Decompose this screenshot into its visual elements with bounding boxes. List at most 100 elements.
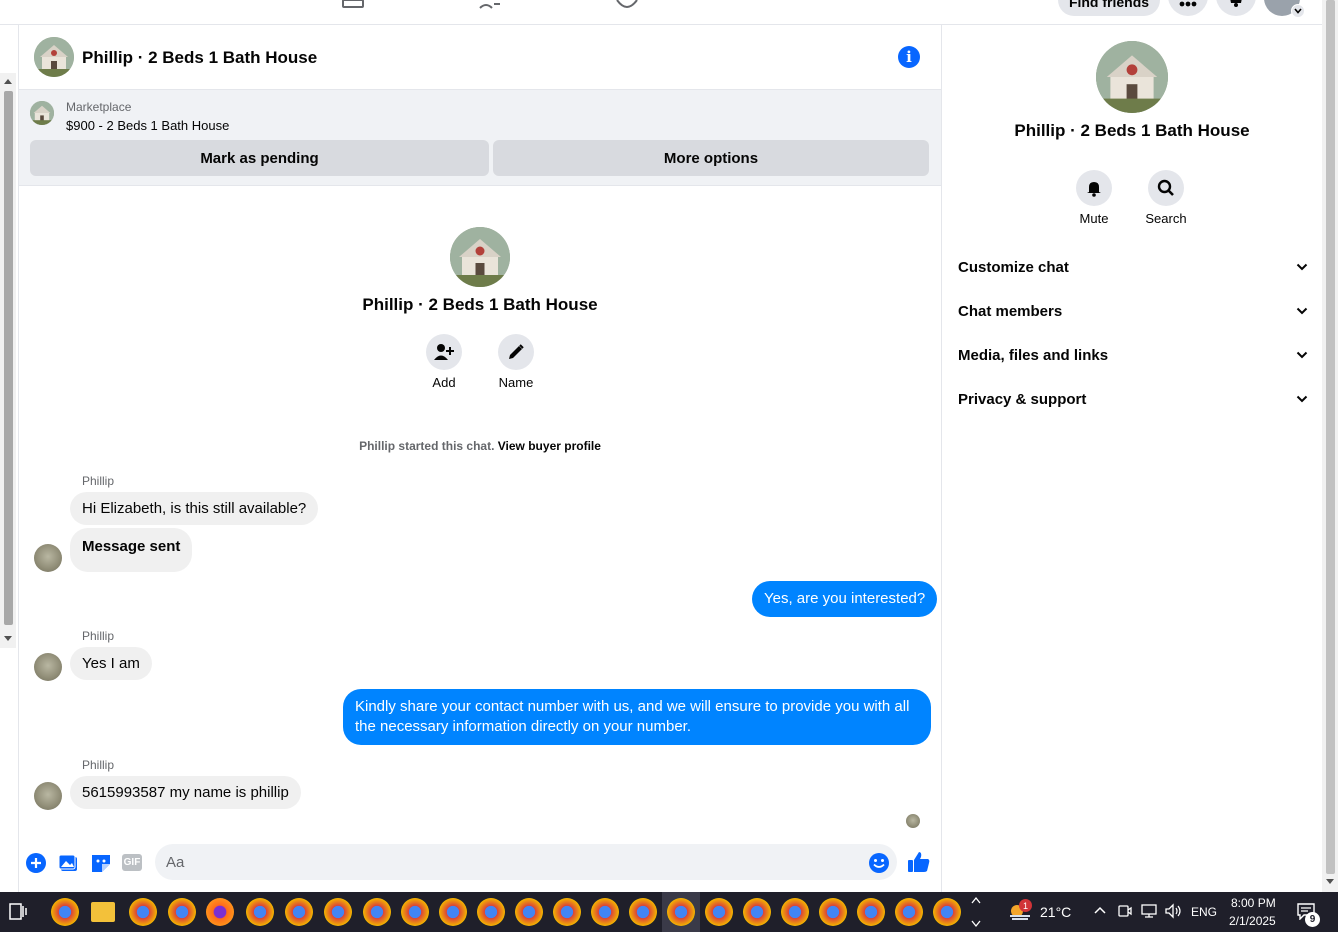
gif-button[interactable]: GIF: [122, 854, 142, 871]
media-files-links-section[interactable]: Media, files and links: [958, 341, 1308, 369]
groups-icon[interactable]: [615, 0, 639, 10]
message-input[interactable]: [155, 844, 845, 880]
firefox-icon[interactable]: [206, 898, 234, 926]
chevron-down-icon: [1296, 263, 1308, 271]
marketplace-icon[interactable]: [341, 0, 365, 10]
notification-count-badge: 9: [1305, 912, 1320, 927]
taskbar-app-chrome[interactable]: [819, 898, 847, 926]
clock-date[interactable]: 2/1/2025: [1229, 914, 1276, 928]
incoming-message[interactable]: Message sent: [70, 528, 193, 572]
add-people-button[interactable]: [426, 334, 462, 370]
edit-name-button[interactable]: [498, 334, 534, 370]
taskbar-app-chrome[interactable]: [324, 898, 352, 926]
incoming-message[interactable]: Hi Elizabeth, is this still available?: [70, 492, 319, 525]
emoji-icon[interactable]: [868, 852, 890, 874]
chevron-down-icon: [1296, 351, 1308, 359]
taskbar-app-chrome[interactable]: [401, 898, 429, 926]
taskbar-app-chrome[interactable]: [51, 898, 79, 926]
friends-icon[interactable]: [478, 0, 502, 10]
taskbar-app-chrome[interactable]: [933, 898, 961, 926]
grid-icon: [1179, 1, 1197, 7]
taskbar-app-chrome[interactable]: [363, 898, 391, 926]
profile-avatar[interactable]: [450, 227, 510, 287]
more-options-button[interactable]: More options: [493, 140, 929, 176]
taskbar-app-chrome[interactable]: [515, 898, 543, 926]
add-person-icon: [434, 344, 454, 360]
taskbar-app-chrome[interactable]: [895, 898, 923, 926]
search-button[interactable]: [1148, 170, 1184, 206]
find-friends-button[interactable]: Find friends: [1058, 0, 1160, 16]
top-navigation-bar: Find friends: [0, 0, 1322, 25]
sender-avatar[interactable]: [34, 544, 62, 572]
search-label: Search: [1145, 211, 1187, 226]
temperature[interactable]: 21°C: [1040, 904, 1071, 920]
taskbar-app-chrome[interactable]: [246, 898, 274, 926]
info-icon[interactable]: i: [898, 46, 920, 68]
sender-avatar[interactable]: [34, 782, 62, 810]
customize-chat-section[interactable]: Customize chat: [958, 253, 1308, 281]
taskbar-app-chrome[interactable]: [705, 898, 733, 926]
pencil-icon: [509, 344, 524, 359]
meet-now-icon[interactable]: [1118, 903, 1132, 919]
taskbar-app-chrome[interactable]: [591, 898, 619, 926]
chevron-down-icon: [1296, 307, 1308, 315]
sidebar-chat-name: Phillip · 2 Beds 1 Bath House: [1014, 121, 1250, 140]
profile-name: Phillip · 2 Beds 1 Bath House: [362, 295, 598, 314]
page-scrollbar-thumb[interactable]: [1326, 0, 1335, 874]
privacy-support-section[interactable]: Privacy & support: [958, 385, 1308, 413]
account-chevron-icon[interactable]: [1291, 4, 1305, 18]
bell-icon: [1230, 0, 1242, 7]
message-sender: Phillip: [82, 758, 115, 772]
chat-details-sidebar: [942, 25, 1322, 892]
clock-time[interactable]: 8:00 PM: [1231, 896, 1276, 910]
message-sender: Phillip: [82, 474, 115, 488]
view-buyer-profile-link[interactable]: View buyer profile: [498, 439, 601, 453]
section-label: Chat members: [958, 302, 1063, 320]
message-input-container: [155, 844, 897, 880]
taskbar-app-chrome[interactable]: [781, 898, 809, 926]
listing-title[interactable]: $900 - 2 Beds 1 Bath House: [66, 118, 229, 133]
chat-avatar[interactable]: [34, 37, 74, 77]
volume-icon[interactable]: [1164, 903, 1182, 919]
name-label: Name: [498, 375, 534, 390]
chevron-up-icon[interactable]: [1094, 905, 1106, 915]
notifications-button[interactable]: [1216, 0, 1256, 16]
menu-button[interactable]: [1168, 0, 1208, 16]
incoming-message[interactable]: Yes I am: [70, 647, 152, 680]
taskbar-app-chrome[interactable]: [285, 898, 313, 926]
sidebar-avatar[interactable]: [1096, 41, 1168, 113]
incoming-message[interactable]: 5615993587 my name is phillip: [70, 776, 301, 809]
chat-scrollbar-thumb[interactable]: [4, 91, 13, 625]
outgoing-message[interactable]: Yes, are you interested?: [752, 581, 938, 617]
taskbar-app-chrome-active[interactable]: [667, 898, 695, 926]
input-language[interactable]: ENG: [1191, 905, 1217, 919]
file-explorer-icon[interactable]: [91, 902, 115, 922]
like-icon[interactable]: [907, 850, 931, 874]
seen-indicator-avatar: [906, 814, 920, 828]
sticker-icon[interactable]: [90, 852, 112, 874]
sender-avatar[interactable]: [34, 653, 62, 681]
outgoing-message[interactable]: Kindly share your contact number with us…: [343, 689, 931, 745]
listing-thumbnail[interactable]: [30, 101, 54, 125]
section-label: Media, files and links: [958, 346, 1109, 364]
mute-button[interactable]: [1076, 170, 1112, 206]
taskbar-app-chrome[interactable]: [477, 898, 505, 926]
weather-badge: 1: [1019, 899, 1032, 912]
task-view-icon[interactable]: [9, 903, 27, 920]
taskbar-app-chrome[interactable]: [743, 898, 771, 926]
mark-as-pending-button[interactable]: Mark as pending: [30, 140, 489, 176]
taskbar-app-chrome[interactable]: [629, 898, 657, 926]
chat-members-section[interactable]: Chat members: [958, 297, 1308, 325]
chat-title[interactable]: Phillip · 2 Beds 1 Bath House: [82, 48, 317, 68]
taskbar-scroll-arrows-icon[interactable]: [971, 895, 981, 929]
chat-started-notice: Phillip started this chat. View buyer pr…: [18, 439, 942, 453]
taskbar-app-chrome[interactable]: [439, 898, 467, 926]
taskbar-app-chrome[interactable]: [129, 898, 157, 926]
chat-started-text: Phillip started this chat.: [359, 439, 495, 453]
taskbar-app-chrome[interactable]: [168, 898, 196, 926]
network-icon[interactable]: [1140, 903, 1158, 919]
photo-icon[interactable]: [58, 852, 80, 874]
taskbar-app-chrome[interactable]: [553, 898, 581, 926]
plus-icon[interactable]: [25, 852, 47, 874]
taskbar-app-chrome[interactable]: [857, 898, 885, 926]
